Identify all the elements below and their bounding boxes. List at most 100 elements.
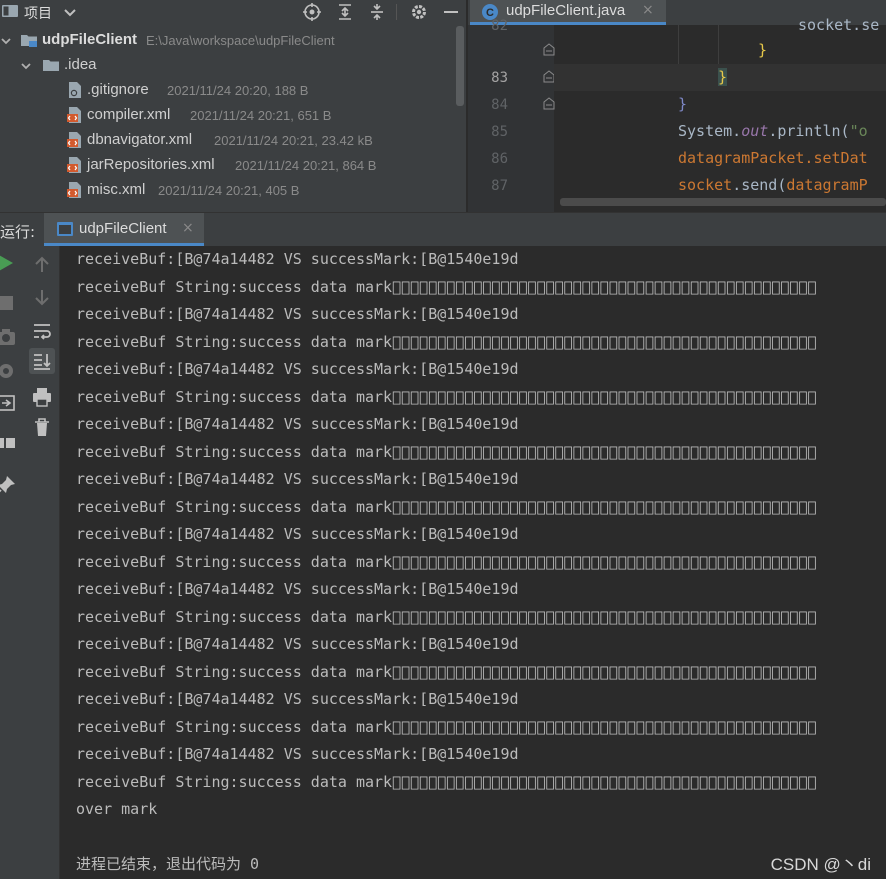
code-token: .println(: [768, 122, 850, 140]
code-line: }: [554, 91, 886, 118]
project-panel-title: 项目: [24, 6, 52, 22]
expand-all-icon[interactable]: [335, 2, 355, 22]
code-token: socket.se: [798, 16, 880, 34]
chevron-down-icon[interactable]: [0, 35, 12, 47]
tree-item-label: compiler.xml: [87, 106, 171, 123]
code-token: }: [718, 68, 728, 86]
code-token: out: [741, 122, 769, 140]
run-panel-header: 运行: udpFileClient ×: [0, 212, 886, 246]
console-line: receiveBuf:[B@74a14482 VS successMark:[B…: [76, 580, 519, 598]
console-line: receiveBuf String:success data mark     …: [76, 497, 817, 516]
code-token: }: [678, 95, 688, 113]
folder-icon: [43, 60, 59, 71]
tree-item-label: .gitignore: [87, 81, 149, 98]
arrow-up-icon[interactable]: [29, 252, 55, 278]
toolbar-divider: [396, 4, 397, 20]
code-line: }: [554, 37, 886, 64]
restore-layout-icon[interactable]: [0, 390, 19, 416]
console-line: receiveBuf:[B@74a14482 VS successMark:[B…: [76, 305, 519, 323]
line-number: 87: [491, 178, 508, 194]
code-line: datagramPacket.setDat: [554, 145, 886, 172]
console-line: over mark: [76, 800, 158, 818]
code-line: System.out.println("o: [554, 118, 886, 145]
code-editor: C udpFileClient.java × 82 83 84 85 86 87…: [468, 0, 886, 212]
layout-icon[interactable]: [0, 430, 19, 456]
xml-file-icon: [67, 107, 81, 123]
line-number: 83: [491, 70, 508, 86]
camera-icon[interactable]: [0, 324, 19, 350]
console-line: receiveBuf String:success data mark     …: [76, 772, 817, 791]
console-line: 进程已结束，退出代码为 0: [76, 855, 260, 873]
tree-item-file[interactable]: dbnavigator.xml 2021/11/24 20:21, 23.42 …: [0, 128, 456, 153]
minimize-icon[interactable]: [441, 2, 461, 22]
gear-icon[interactable]: [409, 2, 429, 22]
tree-item-file[interactable]: compiler.xml 2021/11/24 20:21, 651 B: [0, 103, 456, 128]
scroll-to-end-icon[interactable]: [29, 348, 55, 374]
code-token: datagramPacket.setDat: [678, 149, 868, 167]
xml-file-icon: [67, 132, 81, 148]
code-token: socket: [678, 176, 733, 194]
console-line: receiveBuf String:success data mark     …: [76, 662, 817, 681]
tree-item-label: .idea: [64, 56, 97, 73]
console-line: receiveBuf:[B@74a14482 VS successMark:[B…: [76, 690, 519, 708]
tree-item-meta: 2021/11/24 20:20, 188 B: [167, 83, 309, 98]
code-area[interactable]: socket.se } } } System.out.println("o da…: [554, 16, 886, 212]
xml-file-icon: [67, 157, 81, 173]
chevron-down-icon[interactable]: [20, 60, 32, 72]
console-line: receiveBuf String:success data mark     …: [76, 607, 817, 626]
project-panel: 项目 udpFileClient E:\Java\workspace\udpFi…: [0, 0, 466, 212]
chevron-down-icon[interactable]: [62, 3, 78, 21]
tree-scrollbar[interactable]: [456, 26, 464, 106]
code-token: "o: [849, 122, 868, 140]
console-line: receiveBuf String:success data mark     …: [76, 442, 817, 461]
print-icon[interactable]: [29, 384, 55, 410]
module-folder-icon: [21, 35, 37, 47]
tree-item-label: jarRepositories.xml: [87, 156, 215, 173]
ignore-file-icon: [69, 82, 81, 98]
code-line-current: }: [554, 64, 886, 91]
trash-icon[interactable]: [29, 414, 55, 440]
pin-icon[interactable]: [0, 472, 19, 498]
watermark: CSDN @丶di: [770, 855, 871, 874]
line-number: 82: [491, 18, 508, 34]
console-line: receiveBuf:[B@74a14482 VS successMark:[B…: [76, 745, 519, 763]
tree-item-module[interactable]: udpFileClient E:\Java\workspace\udpFileC…: [0, 28, 456, 53]
run-tab-label: udpFileClient: [79, 220, 167, 237]
soft-wrap-icon[interactable]: [29, 318, 55, 344]
tree-item-label: udpFileClient: [42, 31, 137, 48]
project-view-icon: [2, 5, 18, 17]
console-line: receiveBuf String:success data mark     …: [76, 387, 817, 406]
tree-item-file[interactable]: .gitignore 2021/11/24 20:20, 188 B: [0, 78, 456, 103]
collapse-all-icon[interactable]: [367, 2, 387, 22]
console-line: receiveBuf:[B@74a14482 VS successMark:[B…: [76, 360, 519, 378]
tree-item-file[interactable]: jarRepositories.xml 2021/11/24 20:21, 86…: [0, 153, 456, 178]
tree-item-meta: 2021/11/24 20:21, 23.42 kB: [214, 133, 373, 148]
line-number: 85: [491, 124, 508, 140]
close-icon[interactable]: ×: [182, 220, 194, 236]
code-token: datagramP: [786, 176, 868, 194]
rerun-icon[interactable]: [0, 250, 19, 276]
tab-run-configuration[interactable]: udpFileClient ×: [44, 213, 204, 246]
run-toolbar: [0, 246, 60, 879]
tree-item-folder[interactable]: .idea: [0, 53, 456, 78]
line-number: 86: [491, 151, 508, 167]
console-output[interactable]: receiveBuf:[B@74a14482 VS successMark:[B…: [60, 246, 886, 879]
project-panel-header: 项目: [0, 0, 466, 25]
tree-item-file[interactable]: misc.xml 2021/11/24 20:21, 405 B: [0, 178, 456, 203]
console-line: receiveBuf:[B@74a14482 VS successMark:[B…: [76, 415, 519, 433]
tree-item-meta: 2021/11/24 20:21, 405 B: [158, 183, 300, 198]
arrow-down-icon[interactable]: [29, 284, 55, 310]
editor-horizontal-scrollbar[interactable]: [560, 198, 886, 206]
console-line: receiveBuf:[B@74a14482 VS successMark:[B…: [76, 525, 519, 543]
console-line: receiveBuf:[B@74a14482 VS successMark:[B…: [76, 250, 519, 268]
locate-file-icon[interactable]: [302, 2, 322, 22]
line-number: 84: [491, 97, 508, 113]
line-number-gutter: 82 83 84 85 86 87: [468, 18, 555, 212]
tree-item-label: dbnavigator.xml: [87, 131, 193, 148]
tree-item-label: misc.xml: [87, 181, 146, 198]
console-line: receiveBuf:[B@74a14482 VS successMark:[B…: [76, 470, 519, 488]
console-line: receiveBuf String:success data mark     …: [76, 717, 817, 736]
stop-icon[interactable]: [0, 290, 19, 316]
debug-settings-icon[interactable]: [0, 358, 19, 384]
tree-item-meta: 2021/11/24 20:21, 864 B: [235, 158, 377, 173]
